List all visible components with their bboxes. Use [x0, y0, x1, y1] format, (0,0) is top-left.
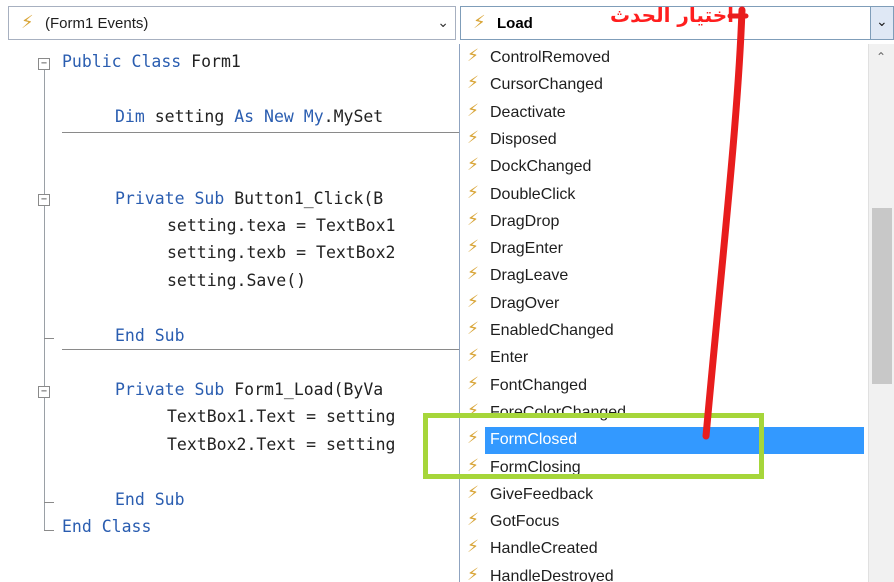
- event-list-item-label: GiveFeedback: [490, 485, 594, 503]
- outline-end-tick: [44, 530, 54, 531]
- code-line-12: End Class: [62, 517, 152, 536]
- method-separator: [62, 349, 460, 350]
- event-combo-value: Load: [497, 15, 533, 32]
- annotation-label: اختيار الحدث: [610, 3, 735, 27]
- lightning-icon: ⚡: [467, 482, 479, 503]
- event-list-item-label: FontChanged: [490, 376, 587, 394]
- lightning-icon: ⚡: [467, 127, 479, 148]
- event-list-item[interactable]: ⚡ DragOver: [460, 291, 864, 318]
- event-list-item-label: EnabledChanged: [490, 322, 614, 339]
- code-line-7: End Sub: [115, 326, 185, 345]
- lightning-icon: ⚡: [467, 209, 479, 230]
- event-list-item-label: DragEnter: [490, 240, 563, 258]
- lightning-icon: ⚡: [467, 100, 479, 121]
- lightning-icon: ⚡: [467, 155, 479, 176]
- event-list-item-label: HandleCreated: [490, 540, 598, 558]
- lightning-icon: ⚡: [473, 12, 486, 33]
- lightning-icon: ⚡: [467, 564, 479, 582]
- event-list-item-label: Deactivate: [490, 103, 566, 121]
- collapse-toggle-class[interactable]: −: [38, 58, 50, 70]
- method-separator: [62, 132, 460, 133]
- lightning-icon: ⚡: [467, 346, 479, 367]
- event-combo-dropdown-button[interactable]: ⌄: [870, 7, 893, 39]
- event-list-item[interactable]: ⚡ Enter: [460, 345, 864, 372]
- event-list-item[interactable]: ⚡ EnabledChanged: [460, 318, 864, 345]
- event-list-item[interactable]: ⚡ GotFocus: [460, 509, 864, 536]
- object-combo[interactable]: ⚡ (Form1 Events) ⌄: [8, 6, 456, 40]
- event-list-item[interactable]: ⚡ DragDrop: [460, 209, 864, 236]
- event-list-item-label: DoubleClick: [490, 185, 576, 203]
- event-list-item[interactable]: ⚡ DragEnter: [460, 236, 864, 263]
- event-list-item-label: GotFocus: [490, 513, 560, 531]
- chevron-down-icon[interactable]: ⌄: [437, 15, 449, 31]
- code-line-5: setting.texb = TextBox2: [167, 243, 396, 262]
- event-list-item[interactable]: ⚡ Disposed: [460, 127, 864, 154]
- event-list-item[interactable]: ⚡ ControlRemoved: [460, 45, 864, 72]
- lightning-icon: ⚡: [467, 319, 479, 339]
- code-line-11: End Sub: [115, 490, 185, 509]
- event-list-item[interactable]: ⚡ DragLeave: [460, 263, 864, 290]
- object-combo-value: (Form1 Events): [45, 15, 149, 32]
- highlight-box: [423, 413, 764, 479]
- event-list-item-label: HandleDestroyed: [490, 567, 614, 582]
- collapse-toggle-button1-click[interactable]: −: [38, 194, 50, 206]
- scroll-up-icon[interactable]: ⌃: [876, 50, 886, 64]
- scrollbar-thumb[interactable]: [872, 208, 892, 384]
- collapse-toggle-form1-load[interactable]: −: [38, 386, 50, 398]
- event-list-item-label: Enter: [490, 349, 529, 367]
- event-list-item[interactable]: ⚡ CursorChanged: [460, 72, 864, 99]
- lightning-icon: ⚡: [467, 291, 479, 312]
- code-line-1: Public Class Form1: [62, 52, 241, 71]
- lightning-icon: ⚡: [467, 237, 479, 258]
- lightning-icon: ⚡: [467, 73, 479, 94]
- event-list-item-label: ControlRemoved: [490, 49, 611, 66]
- code-line-6: setting.Save(): [167, 271, 307, 290]
- event-list-item-label: DragDrop: [490, 212, 560, 230]
- event-list-item[interactable]: ⚡ GiveFeedback: [460, 482, 864, 509]
- code-line-4: setting.texa = TextBox1: [167, 216, 396, 235]
- event-list-item-label: CursorChanged: [490, 76, 603, 94]
- lightning-icon: ⚡: [467, 537, 479, 558]
- event-list-item[interactable]: ⚡ DockChanged: [460, 154, 864, 181]
- list-scrollbar[interactable]: ⌃: [868, 44, 894, 582]
- event-list-item[interactable]: ⚡ HandleCreated: [460, 536, 864, 563]
- event-list-item-label: DragOver: [490, 294, 560, 312]
- event-list-item-label: Disposed: [490, 130, 557, 148]
- code-line-2: Dim setting As New My.MySet: [115, 107, 384, 126]
- lightning-icon: ⚡: [467, 264, 479, 285]
- outline-end-tick: [44, 338, 54, 339]
- lightning-icon: ⚡: [467, 182, 479, 203]
- code-line-9: TextBox1.Text = setting: [167, 407, 396, 426]
- lightning-icon: ⚡: [467, 373, 479, 394]
- code-line-8: Private Sub Form1_Load(ByVa: [115, 380, 384, 399]
- code-line-3: Private Sub Button1_Click(B: [115, 189, 384, 208]
- code-line-10: TextBox2.Text = setting: [167, 435, 396, 454]
- event-list-item-label: DragLeave: [490, 267, 569, 285]
- event-list-item[interactable]: ⚡ Deactivate: [460, 100, 864, 127]
- lightning-icon: ⚡: [467, 510, 479, 531]
- outline-guide: [44, 70, 45, 530]
- event-dropdown-list[interactable]: ⚡ HandleDestroyed ⚡ HandleCreated ⚡ GotFocus ⚡…: [459, 44, 894, 582]
- lightning-icon: ⚡: [21, 12, 34, 33]
- event-list-item[interactable]: ⚡ FontChanged: [460, 373, 864, 400]
- lightning-icon: ⚡: [467, 46, 479, 66]
- event-list-item-label: DockChanged: [490, 158, 592, 176]
- top-navigation-bar: ⚡ (Form1 Events) ⌄ ⚡ Load ⌄: [0, 0, 894, 44]
- chevron-down-icon: ⌄: [876, 14, 888, 30]
- event-list-item[interactable]: ⚡ DoubleClick: [460, 182, 864, 209]
- outline-end-tick: [44, 502, 54, 503]
- event-list-item[interactable]: ⚡ HandleDestroyed: [460, 564, 864, 582]
